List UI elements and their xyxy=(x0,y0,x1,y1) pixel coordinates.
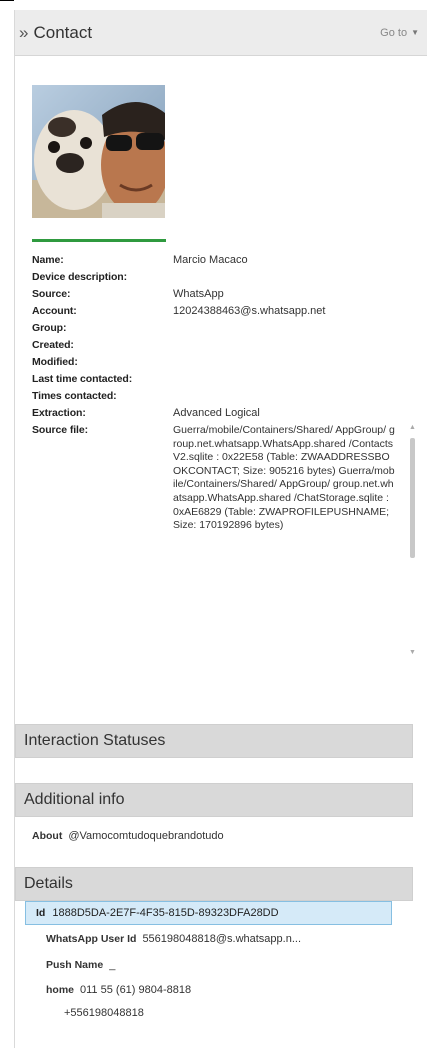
property-row-device-description: Device description: xyxy=(32,271,412,288)
push-name-label: Push Name xyxy=(46,959,104,971)
panel-title: Contact xyxy=(33,22,93,42)
wa-user-label: WhatsApp User Id xyxy=(46,933,137,945)
details-id-row[interactable]: Id 1888D5DA-2E7F-4F35-815D-89323DFA28DD xyxy=(25,901,392,925)
id-label: Id xyxy=(36,907,46,919)
property-row-last-time-contacted: Last time contacted: xyxy=(32,373,412,390)
property-label: Modified: xyxy=(32,356,78,368)
avatar-image xyxy=(32,85,165,218)
source-file-scrollbar[interactable]: ▲ ▼ xyxy=(408,424,418,656)
property-label: Group: xyxy=(32,322,67,334)
property-label: Source file: xyxy=(32,424,88,436)
home-phone-row: home 011 55 (61) 9804-8818 xyxy=(46,984,191,996)
scroll-thumb[interactable] xyxy=(410,438,415,558)
double-chevron-right-icon[interactable]: » xyxy=(19,23,28,43)
section-interaction-statuses[interactable]: Interaction Statuses xyxy=(15,724,413,758)
property-row-modified: Modified: xyxy=(32,356,412,373)
property-label: Source: xyxy=(32,288,71,300)
push-name-row: Push Name _ xyxy=(46,959,115,971)
section-details[interactable]: Details xyxy=(15,867,413,901)
contact-properties: Name: Marcio Macaco Device description: … xyxy=(32,254,416,660)
panel-header: » Contact Go to ▼ xyxy=(15,10,427,56)
home-label: home xyxy=(46,984,75,996)
caret-down-icon: ▼ xyxy=(411,28,419,37)
whatsapp-user-id-row: WhatsApp User Id 556198048818@s.whatsapp… xyxy=(46,933,301,945)
property-value: WhatsApp xyxy=(173,288,224,300)
property-label: Created: xyxy=(32,339,74,351)
phone-alt-row: +556198048818 xyxy=(64,1007,144,1019)
property-value: Marcio Macaco xyxy=(173,254,248,266)
about-label: About xyxy=(32,830,63,842)
scroll-up-icon[interactable]: ▲ xyxy=(409,424,416,431)
section-title: Additional info xyxy=(24,791,125,808)
property-label: Times contacted: xyxy=(32,390,117,402)
about-value: @Vamocomtudoquebrandotudo xyxy=(68,830,224,842)
contact-avatar xyxy=(32,85,165,218)
property-label: Last time contacted: xyxy=(32,373,133,385)
property-row-source: Source: WhatsApp xyxy=(32,288,412,305)
property-row-name: Name: Marcio Macaco xyxy=(32,254,412,271)
window-edge xyxy=(0,0,14,1)
wa-user-value: 556198048818@s.whatsapp.n... xyxy=(142,933,302,945)
property-value: 12024388463@s.whatsapp.net xyxy=(173,305,326,317)
section-title: Interaction Statuses xyxy=(24,732,166,749)
property-row-extraction: Extraction: Advanced Logical xyxy=(32,407,412,424)
photo-accent-bar xyxy=(32,239,166,242)
push-name-value: _ xyxy=(109,959,116,971)
property-row-times-contacted: Times contacted: xyxy=(32,390,412,407)
contact-panel: » Contact Go to ▼ Name: Marcio Macaco De… xyxy=(14,10,427,1048)
id-value: 1888D5DA-2E7F-4F35-815D-89323DFA28DD xyxy=(52,907,279,919)
property-row-account: Account: 12024388463@s.whatsapp.net xyxy=(32,305,412,322)
scroll-down-icon[interactable]: ▼ xyxy=(409,649,416,656)
about-row: About @Vamocomtudoquebrandotudo xyxy=(32,830,224,842)
goto-label: Go to xyxy=(380,26,408,39)
phone-alt-value: +556198048818 xyxy=(64,1007,144,1019)
property-label: Name: xyxy=(32,254,64,266)
property-label: Device description: xyxy=(32,271,127,283)
property-value: Advanced Logical xyxy=(173,407,260,419)
property-label: Account: xyxy=(32,305,77,317)
home-value: 011 55 (61) 9804-8818 xyxy=(80,984,192,996)
property-row-source-file: Source file: Guerra/mobile/Containers/Sh… xyxy=(32,424,416,660)
section-title: Details xyxy=(24,875,73,892)
source-file-value[interactable]: Guerra/mobile/Containers/Shared/ AppGrou… xyxy=(173,424,395,656)
goto-dropdown[interactable]: Go to ▼ xyxy=(380,27,419,39)
property-label: Extraction: xyxy=(32,407,86,419)
property-row-group: Group: xyxy=(32,322,412,339)
section-additional-info[interactable]: Additional info xyxy=(15,783,413,817)
property-row-created: Created: xyxy=(32,339,412,356)
